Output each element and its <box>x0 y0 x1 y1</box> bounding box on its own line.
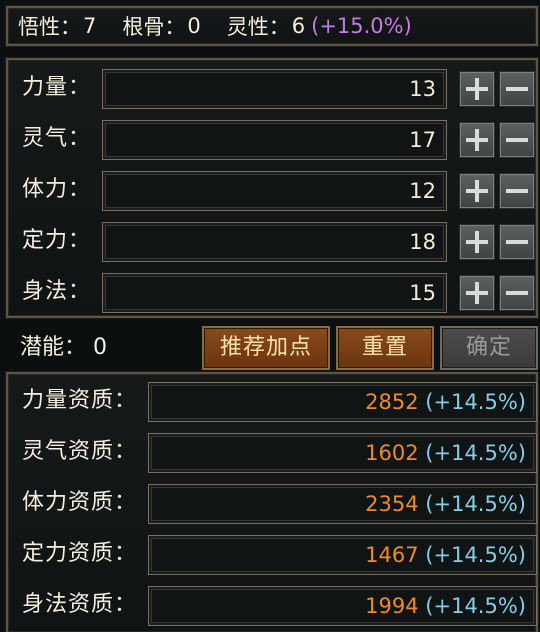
aptitude-row: 力量资质： 2852 (+14.5%) <box>8 378 537 424</box>
minus-button[interactable] <box>499 224 535 260</box>
potential-value: 0 <box>93 335 108 360</box>
colon: ： <box>60 15 81 39</box>
summary-bar: 悟性 ： 7 根骨 ： 0 灵性 ： 6 (+15.0%) <box>6 6 538 46</box>
recommend-points-button[interactable]: 推荐加点 <box>202 326 330 370</box>
attribute-row: 定力： 18 <box>8 218 536 264</box>
aptitude-panel: 力量资质： 2852 (+14.5%) 灵气资质： 1602 (+14.5%) … <box>6 372 538 632</box>
attribute-value: 12 <box>409 179 436 203</box>
attribute-label: 定力： <box>22 228 92 253</box>
attribute-label: 力量： <box>22 75 92 100</box>
plus-button[interactable] <box>459 173 495 209</box>
aptitude-row: 定力资质： 1467 (+14.5%) <box>8 531 537 577</box>
aptitude-row: 体力资质： 2354 (+14.5%) <box>8 480 537 526</box>
attribute-value-box: 18 <box>102 222 447 262</box>
aptitude-row: 身法资质： 1994 (+14.5%) <box>8 582 537 628</box>
spirit-bonus: (+15.0%) <box>311 14 412 38</box>
aptitude-value: 1467 (+14.5%) <box>365 543 526 567</box>
plus-button[interactable] <box>459 224 495 260</box>
attribute-label: 灵气： <box>22 126 92 151</box>
attribute-row: 体力： 12 <box>8 167 536 213</box>
attribute-value: 15 <box>409 281 436 305</box>
attribute-row: 力量： 13 <box>8 65 536 111</box>
plus-button[interactable] <box>459 71 495 107</box>
aptitude-label: 定力资质： <box>22 541 138 566</box>
aptitude-value: 1602 (+14.5%) <box>365 441 526 465</box>
minus-icon <box>506 240 528 244</box>
minus-button[interactable] <box>499 275 535 311</box>
confirm-button[interactable]: 确定 <box>440 326 538 370</box>
colon: ： <box>164 15 186 39</box>
attribute-value: 13 <box>409 77 436 101</box>
attribute-panel: 力量： 13 灵气： 17 体力： 12 定力： 18 身法： 15 <box>6 58 538 318</box>
comprehension-label: 悟性 <box>18 15 60 39</box>
aptitude-value-box: 1467 (+14.5%) <box>148 535 537 575</box>
attribute-label: 体力： <box>22 177 92 202</box>
attribute-value-box: 15 <box>102 273 447 313</box>
minus-icon <box>506 87 528 91</box>
attribute-value: 18 <box>409 230 436 254</box>
potential-label: 潜能 <box>20 335 65 360</box>
aptitude-value-box: 1994 (+14.5%) <box>148 586 537 626</box>
aptitude-label: 灵气资质： <box>22 439 138 464</box>
bone-value: 0 <box>187 14 201 38</box>
aptitude-value: 2852 (+14.5%) <box>365 390 526 414</box>
attribute-row: 身法： 15 <box>8 269 536 315</box>
aptitude-value: 1994 (+14.5%) <box>365 594 526 618</box>
attribute-value-box: 17 <box>102 120 447 160</box>
reset-button[interactable]: 重置 <box>336 326 434 370</box>
plus-button[interactable] <box>459 122 495 158</box>
aptitude-value-box: 2852 (+14.5%) <box>148 382 537 422</box>
minus-button[interactable] <box>499 122 535 158</box>
potential-display: 潜能： 0 <box>20 335 108 360</box>
comprehension-value: 7 <box>83 14 97 38</box>
minus-icon <box>506 189 528 193</box>
aptitude-value-box: 2354 (+14.5%) <box>148 484 537 524</box>
plus-button[interactable] <box>459 275 495 311</box>
attribute-value-box: 12 <box>102 171 447 211</box>
spirit-label: 灵性 <box>226 15 269 39</box>
minus-button[interactable] <box>499 71 535 107</box>
attribute-value: 17 <box>409 128 436 152</box>
aptitude-label: 力量资质： <box>22 388 138 413</box>
minus-button[interactable] <box>499 173 535 209</box>
aptitude-value: 2354 (+14.5%) <box>365 492 526 516</box>
colon: ： <box>268 15 290 39</box>
aptitude-label: 体力资质： <box>22 490 138 515</box>
minus-icon <box>506 291 528 295</box>
bone-label: 根骨 <box>122 15 165 39</box>
aptitude-row: 灵气资质： 1602 (+14.5%) <box>8 429 537 475</box>
minus-icon <box>506 138 528 142</box>
summary-row: 悟性 ： 7 根骨 ： 0 灵性 ： 6 (+15.0%) <box>18 8 412 44</box>
attribute-row: 灵气： 17 <box>8 116 536 162</box>
attribute-value-box: 13 <box>102 69 447 109</box>
aptitude-value-box: 1602 (+14.5%) <box>148 433 537 473</box>
spirit-value: 6 <box>291 14 306 38</box>
attribute-label: 身法： <box>22 279 92 304</box>
aptitude-label: 身法资质： <box>22 592 138 617</box>
